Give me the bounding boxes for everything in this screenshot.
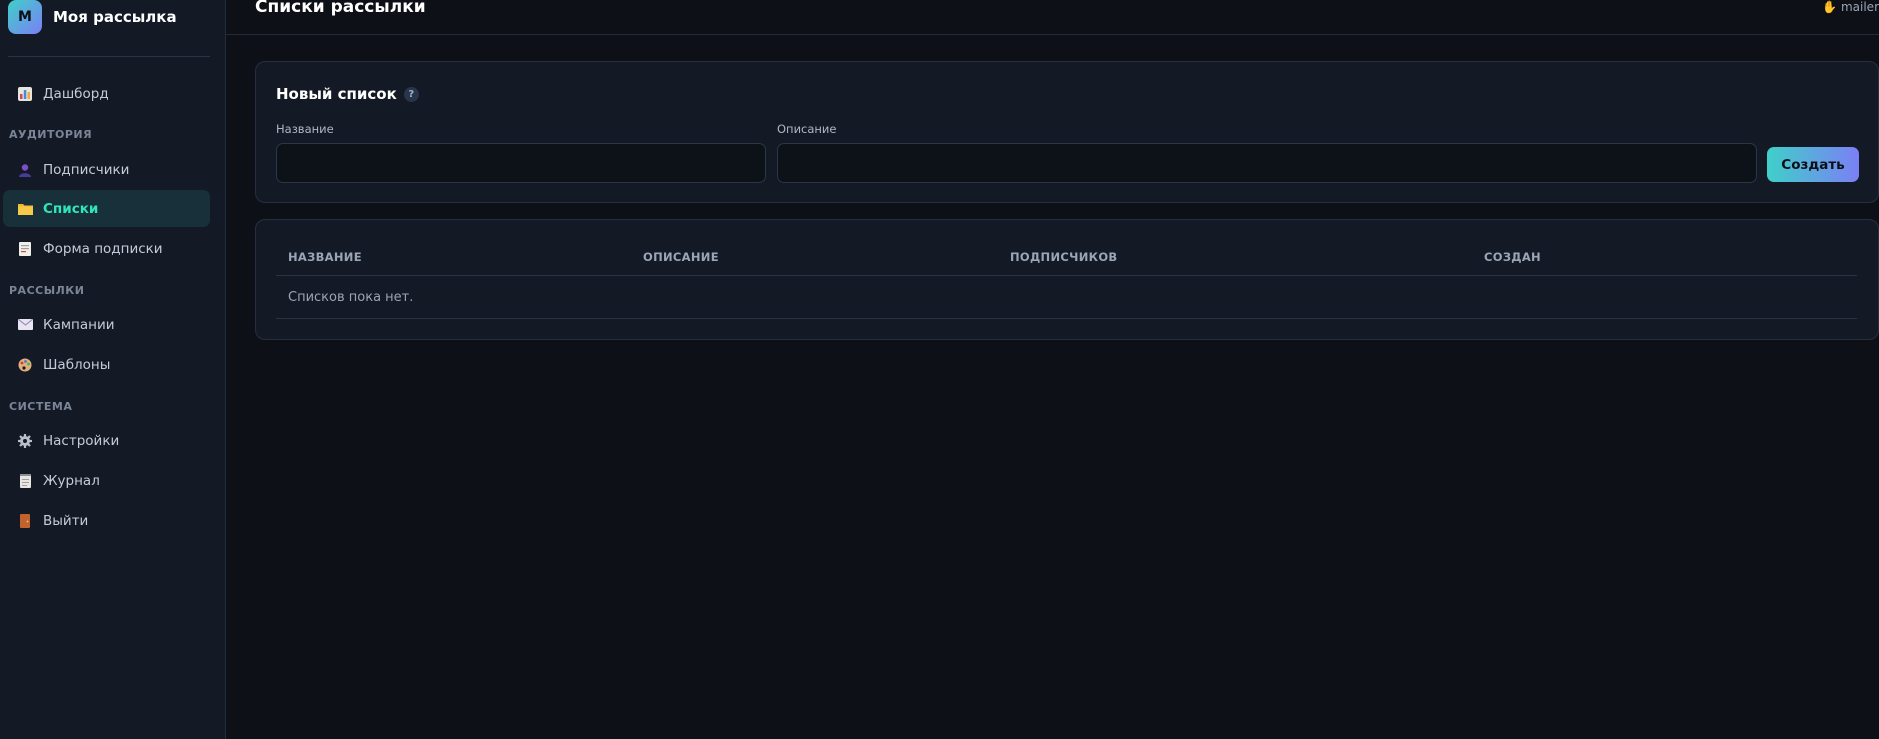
sidebar-section-system: СИСТЕМА [9,400,73,413]
name-input[interactable] [276,143,766,183]
sidebar-item-subscribers[interactable]: Подписчики [3,151,210,188]
sidebar-section-audience: АУДИТОРИЯ [9,128,93,141]
user-menu[interactable]: ✋ mailer [1822,0,1879,14]
sidebar-divider [8,56,210,57]
sidebar-item-label: Дашборд [43,85,109,102]
sidebar-item-logout[interactable]: Выйти [3,502,210,539]
sidebar-item-label: Кампании [43,316,115,333]
empty-state-text: Списков пока нет. [288,290,414,305]
door-icon [17,513,33,529]
lists-table-card: НАЗВАНИЕ ОПИСАНИЕ ПОДПИСЧИКОВ СОЗДАН Спи… [255,219,1879,340]
new-list-title: Новый список ? [276,85,419,103]
table-header-divider [276,275,1857,276]
column-header-description: ОПИСАНИЕ [643,250,719,264]
envelope-icon [17,317,33,333]
brand-name: Моя рассылка [53,8,177,26]
sidebar-item-label: Списки [43,200,99,217]
form-icon [17,241,33,257]
name-label: Название [276,122,334,136]
notepad-icon [17,473,33,489]
table-row-divider [276,318,1857,319]
sidebar: М Моя рассылка Дашборд АУДИТОРИЯ Подписч… [0,0,226,739]
sidebar-item-label: Журнал [43,472,100,489]
column-header-created: СОЗДАН [1484,250,1541,264]
palette-icon [17,357,33,373]
sidebar-item-label: Форма подписки [43,240,163,257]
help-icon[interactable]: ? [403,86,419,102]
bar-chart-icon [17,86,33,102]
brand[interactable]: М Моя рассылка [8,0,177,34]
sidebar-item-campaigns[interactable]: Кампании [3,306,210,343]
app-window: М Моя рассылка Дашборд АУДИТОРИЯ Подписч… [0,0,1879,739]
sidebar-item-label: Настройки [43,432,120,449]
wave-hand-icon: ✋ [1822,0,1837,14]
page-title: Списки рассылки [255,0,426,17]
sidebar-item-lists[interactable]: Списки [3,190,210,227]
sidebar-item-dashboard[interactable]: Дашборд [3,75,210,112]
brand-logo: М [8,0,42,34]
folder-icon [17,201,33,217]
sidebar-item-templates[interactable]: Шаблоны [3,346,210,383]
sidebar-item-signup-form[interactable]: Форма подписки [3,230,210,267]
description-input[interactable] [777,143,1757,183]
column-header-name: НАЗВАНИЕ [288,250,362,264]
sidebar-section-campaigns: РАССЫЛКИ [9,284,85,297]
sidebar-item-label: Выйти [43,512,89,529]
create-button[interactable]: Создать [1767,147,1859,182]
sidebar-item-settings[interactable]: Настройки [3,422,210,459]
topbar: Списки рассылки ✋ mailer [226,0,1879,35]
sidebar-item-label: Шаблоны [43,356,111,373]
description-label: Описание [777,122,837,136]
new-list-title-text: Новый список [276,85,397,103]
user-name: mailer [1840,0,1879,14]
new-list-card: Новый список ? Название Описание Создать [255,61,1879,203]
column-header-subscribers: ПОДПИСЧИКОВ [1010,250,1118,264]
sidebar-item-log[interactable]: Журнал [3,462,210,499]
sidebar-item-label: Подписчики [43,161,130,178]
gear-icon [17,433,33,449]
user-icon [17,162,33,178]
